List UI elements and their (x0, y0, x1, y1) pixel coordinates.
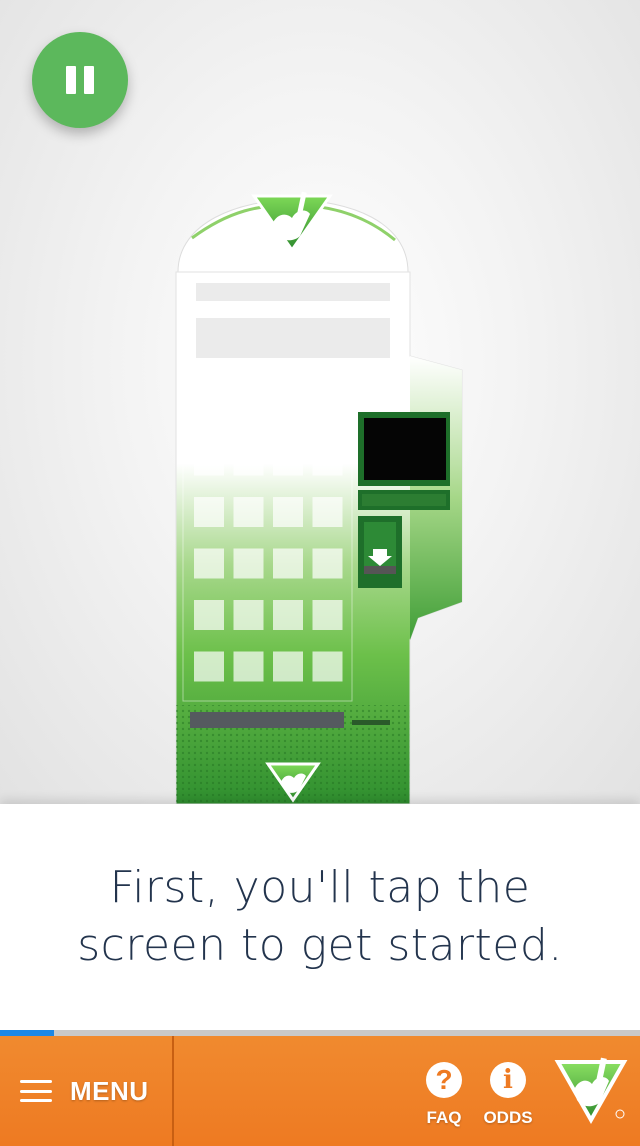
keypad-key (312, 651, 343, 682)
keypad-key (312, 394, 343, 424)
pause-icon (66, 66, 76, 94)
faq-button[interactable]: ? FAQ (412, 1062, 476, 1132)
keypad-key (273, 497, 303, 527)
odds-label: ODDS (483, 1108, 533, 1127)
keypad-key (273, 651, 303, 682)
keypad-key (233, 394, 264, 424)
hamburger-icon (20, 1080, 52, 1102)
keypad-key (273, 445, 303, 476)
question-icon: ? (426, 1062, 462, 1098)
lottery-hand-logo[interactable] (554, 1054, 628, 1128)
illustration-stage (0, 0, 640, 804)
info-icon: i (490, 1062, 526, 1098)
pause-button[interactable] (32, 32, 128, 128)
keypad-key (312, 497, 343, 527)
keypad-key (233, 651, 264, 682)
pause-icon-bar (84, 66, 94, 94)
keypad-key (312, 600, 343, 630)
keypad-key (194, 497, 224, 527)
keypad-key (194, 394, 224, 424)
keypad-key (194, 548, 224, 579)
keypad-key (273, 548, 303, 579)
keypad-key (194, 600, 224, 630)
keypad-key (233, 497, 264, 527)
menu-button[interactable]: MENU (0, 1036, 174, 1146)
odds-button[interactable]: i ODDS (476, 1062, 540, 1132)
tutorial-caption: First, you'll tap the screen to get star… (0, 804, 640, 1030)
caption-text: First, you'll tap the screen to get star… (77, 862, 563, 971)
keypad-key (233, 548, 264, 579)
faq-label: FAQ (426, 1108, 462, 1127)
keypad-key (194, 651, 224, 682)
keypad-key (273, 600, 303, 630)
keypad-key (312, 445, 343, 476)
keypad-key (233, 600, 264, 630)
bottom-nav: MENU ? FAQ i ODDS (0, 1036, 640, 1146)
keypad-key (194, 445, 224, 476)
keypad-key (273, 394, 303, 424)
keypad-key (312, 548, 343, 579)
menu-label: MENU (70, 1075, 149, 1106)
keypad-key (233, 445, 264, 476)
